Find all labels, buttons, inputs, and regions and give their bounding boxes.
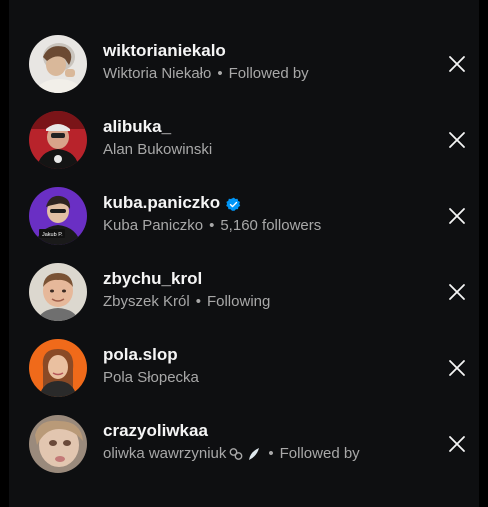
follow-status: Followed by	[228, 65, 309, 82]
verified-badge-icon	[226, 196, 241, 211]
user-text: crazyoliwkaa oliwka wawrzyniuk • Followe…	[103, 420, 360, 464]
remove-button[interactable]	[447, 130, 467, 150]
full-name: Alan Bukowinski	[103, 141, 213, 158]
username[interactable]: pola.slop	[103, 344, 199, 366]
list-item[interactable]: wiktorianiekalo Wiktoria Niekało • Follo…	[9, 26, 479, 102]
full-name: Wiktoria Niekało	[103, 65, 212, 82]
list-item[interactable]: crazyoliwkaa oliwka wawrzyniuk • Followe…	[9, 406, 479, 482]
link-icon	[229, 448, 243, 460]
username[interactable]: alibuka_	[103, 116, 212, 138]
full-name: Zbyszek Król	[103, 293, 190, 310]
remove-button[interactable]	[447, 282, 467, 302]
list-item[interactable]: zbychu_krol Zbyszek Król • Following	[9, 254, 479, 330]
close-icon[interactable]	[447, 282, 467, 302]
remove-button[interactable]	[447, 206, 467, 226]
avatar-image-alan	[29, 111, 87, 169]
user-text: pola.slop Pola Słopecka	[103, 344, 199, 388]
follower-count: 5,160 followers	[220, 217, 322, 234]
subtitle: Pola Słopecka	[103, 368, 199, 388]
subtitle: Wiktoria Niekało • Followed by	[103, 64, 309, 84]
full-name: oliwka wawrzyniuk	[103, 445, 227, 462]
close-icon[interactable]	[447, 206, 467, 226]
avatar[interactable]	[29, 263, 87, 321]
full-name: Kuba Paniczko	[103, 217, 204, 234]
avatar[interactable]	[29, 415, 87, 473]
avatar[interactable]	[29, 111, 87, 169]
avatar-image-zbyszek	[29, 263, 87, 321]
remove-button[interactable]	[447, 54, 467, 74]
followers-list: wiktorianiekalo Wiktoria Niekało • Follo…	[9, 0, 479, 507]
avatar-caption: Jakub P.	[42, 232, 63, 238]
list-item[interactable]: Jakub P. kuba.paniczko Kuba Paniczko • 5…	[9, 178, 479, 254]
subtitle: Alan Bukowinski	[103, 140, 212, 160]
close-icon[interactable]	[447, 434, 467, 454]
avatar[interactable]: Jakub P.	[29, 187, 87, 245]
list-item[interactable]: pola.slop Pola Słopecka	[9, 330, 479, 406]
remove-button[interactable]	[447, 434, 467, 454]
wing-icon	[249, 448, 260, 460]
avatar[interactable]	[29, 35, 87, 93]
full-name: Pola Słopecka	[103, 369, 199, 386]
separator-dot: •	[209, 217, 215, 234]
close-icon[interactable]	[447, 130, 467, 150]
username[interactable]: wiktorianiekalo	[103, 40, 309, 62]
avatar-image-pola	[29, 339, 87, 397]
username[interactable]: kuba.paniczko	[103, 192, 321, 214]
avatar[interactable]	[29, 339, 87, 397]
username[interactable]: crazyoliwkaa	[103, 420, 360, 442]
avatar-image-oliwka	[29, 415, 87, 473]
follow-status: Followed by	[279, 445, 360, 462]
user-text: zbychu_krol Zbyszek Król • Following	[103, 268, 270, 312]
remove-button[interactable]	[447, 358, 467, 378]
avatar-image-kuba: Jakub P.	[29, 187, 87, 245]
list-item[interactable]: alibuka_ Alan Bukowinski	[9, 102, 479, 178]
subtitle: oliwka wawrzyniuk • Followed by	[103, 444, 360, 464]
subtitle: Kuba Paniczko • 5,160 followers	[103, 216, 321, 236]
separator-dot: •	[217, 65, 223, 82]
user-text: alibuka_ Alan Bukowinski	[103, 116, 212, 160]
follow-status: Following	[206, 293, 271, 310]
close-icon[interactable]	[447, 358, 467, 378]
user-text: kuba.paniczko Kuba Paniczko • 5,160 foll…	[103, 192, 321, 236]
separator-dot: •	[195, 293, 201, 310]
close-icon[interactable]	[447, 54, 467, 74]
avatar-image-wiktoria	[29, 35, 87, 93]
username[interactable]: zbychu_krol	[103, 268, 270, 290]
separator-dot: •	[268, 445, 274, 462]
user-text: wiktorianiekalo Wiktoria Niekało • Follo…	[103, 40, 309, 84]
subtitle: Zbyszek Król • Following	[103, 292, 270, 312]
